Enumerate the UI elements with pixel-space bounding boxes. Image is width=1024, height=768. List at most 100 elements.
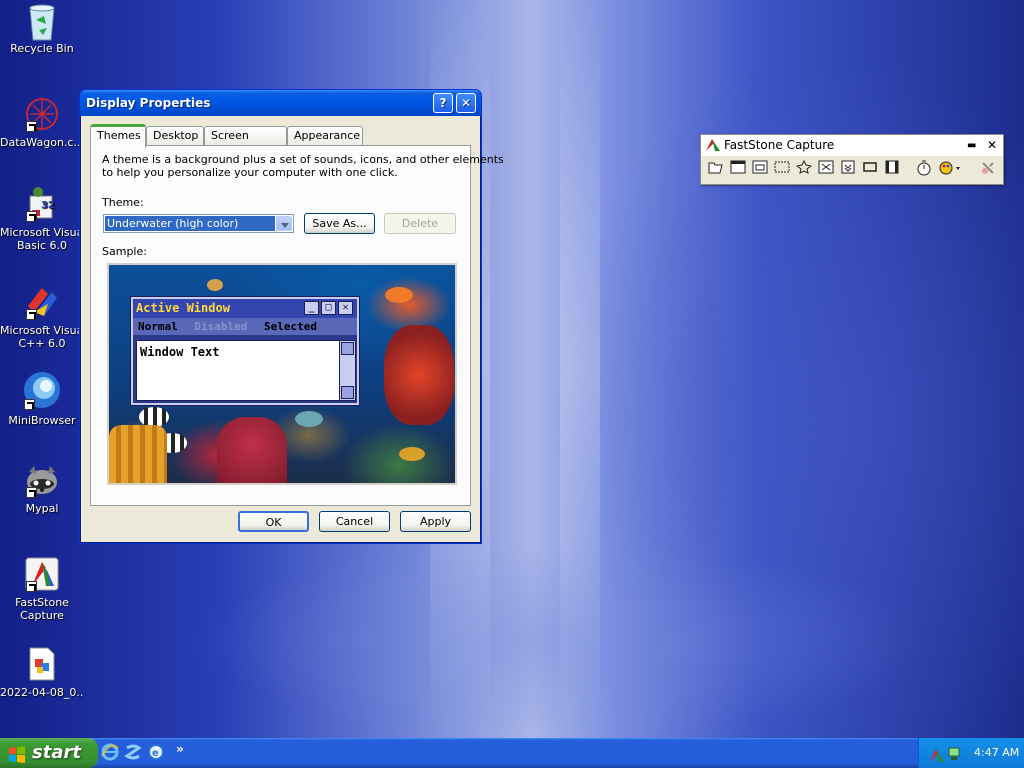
cancel-button[interactable]: Cancel (319, 511, 390, 532)
capture-fixed-region-icon[interactable] (860, 160, 880, 180)
svg-text:e: e (152, 748, 159, 759)
faststone-icon (24, 556, 60, 592)
shortcut-arrow-icon (26, 309, 37, 320)
close-button[interactable]: ✕ (456, 93, 476, 113)
taskbar: start e » 4:47 AM (0, 738, 1024, 768)
fish-decoration (207, 279, 223, 291)
description-line: A theme is a background plus a set of so… (102, 153, 504, 166)
sample-window-text: Window Text (140, 345, 220, 359)
sample-active-window: Active Window _ □ ✕ Normal Disabled Sele… (131, 297, 359, 405)
capture-window-icon[interactable] (728, 160, 748, 180)
ok-button[interactable]: OK (238, 511, 309, 532)
tab-themes[interactable]: Themes (90, 124, 146, 148)
fish-decoration (295, 411, 323, 427)
desktop-icon-label: Mypal (25, 502, 59, 515)
network-tray-icon[interactable] (947, 744, 961, 768)
display-properties-window: Display Properties ? ✕ Themes Desktop Sc… (79, 89, 504, 544)
desktop-icon-label: Microsoft Visual (0, 324, 84, 337)
start-label: start (32, 742, 81, 763)
tab-screen-saver[interactable]: Screen Saver (204, 126, 287, 160)
desktop-icon-vc6[interactable]: Microsoft Visual C++ 6.0 (0, 284, 84, 350)
desktop-icon-vb6[interactable]: 32 Microsoft Visual Basic 6.0 (0, 186, 84, 252)
desktop-icon-minibrowser[interactable]: MiniBrowser (0, 370, 84, 427)
close-icon: ✕ (338, 301, 353, 315)
sample-window-menu: Normal Disabled Selected (133, 318, 357, 335)
fish-decoration (399, 447, 425, 461)
shortcut-arrow-icon (24, 399, 35, 410)
desktop-icon-recycle-bin[interactable]: Recycle Bin (0, 2, 84, 55)
output-options-icon[interactable] (936, 160, 966, 180)
open-icon[interactable] (706, 160, 726, 180)
capture-fullscreen-icon[interactable] (816, 160, 836, 180)
minibrowser-icon (22, 370, 62, 410)
faststone-titlebar[interactable]: FastStone Capture ▬ ✕ (701, 135, 1003, 156)
ie-icon[interactable] (100, 743, 120, 763)
desktop-icon-datawagon[interactable]: DataWagon.c... (0, 96, 84, 149)
datawagon-icon (24, 96, 60, 132)
tab-desktop[interactable]: Desktop (146, 126, 204, 146)
fish-decoration (385, 287, 413, 303)
theme-label: Theme: (102, 196, 144, 209)
shortcut-arrow-icon (26, 581, 37, 592)
clock[interactable]: 4:47 AM (974, 738, 1019, 768)
tab-appearance[interactable]: Appearance (287, 126, 363, 146)
desktop-icon-mypal[interactable]: Mypal (0, 462, 84, 515)
save-as-button[interactable]: Save As... (304, 213, 375, 234)
capture-freehand-icon[interactable] (794, 159, 814, 180)
desktop-icon-label: Basic 6.0 (16, 239, 68, 252)
desktop-icon-label: Recycle Bin (10, 42, 74, 55)
web-icon[interactable]: e (146, 743, 166, 763)
recycle-bin-icon (24, 2, 60, 41)
window-titlebar[interactable]: Display Properties ? ✕ (80, 90, 481, 116)
sample-menu-disabled: Disabled (194, 320, 248, 333)
maximize-icon: □ (321, 301, 336, 315)
shortcut-arrow-icon (26, 487, 37, 498)
chevron-down-icon[interactable] (276, 216, 292, 231)
capture-scrolling-icon[interactable] (838, 160, 858, 180)
sample-window-body: Window Text (136, 340, 356, 401)
description-line: to help you personalize your computer wi… (102, 166, 398, 179)
sample-window-titlebar: Active Window _ □ ✕ (133, 299, 357, 318)
theme-description: A theme is a background plus a set of so… (102, 153, 504, 179)
start-button[interactable]: start (0, 738, 98, 768)
wallpaper-streak (560, 0, 600, 740)
desktop-icon-label: Capture (20, 609, 64, 622)
themes-panel: A theme is a background plus a set of so… (90, 145, 504, 506)
scroll-up-icon (341, 342, 354, 355)
firefox-like-icon[interactable] (123, 743, 143, 763)
settings-icon[interactable] (978, 160, 998, 180)
delay-timer-icon[interactable] (914, 160, 934, 180)
shortcut-arrow-icon (26, 211, 37, 222)
window-title: Display Properties (86, 96, 211, 110)
capture-object-icon[interactable] (750, 160, 770, 180)
sample-window-title: Active Window (136, 301, 230, 315)
faststone-capture-toolbar: FastStone Capture ▬ ✕ (700, 134, 1004, 185)
desktop-icon-label: DataWagon.c... (0, 136, 84, 149)
close-button[interactable]: ✕ (987, 135, 997, 156)
desktop-icon-label: FastStone (15, 596, 69, 609)
quick-launch-chevron[interactable]: » (170, 739, 190, 759)
theme-select[interactable]: Underwater (high color) (103, 214, 294, 233)
faststone-tray-icon[interactable] (929, 745, 945, 768)
scroll-down-icon (341, 386, 354, 399)
help-button[interactable]: ? (433, 93, 453, 113)
desktop-icon-faststone[interactable]: FastStone Capture (0, 556, 84, 622)
sample-menu-normal: Normal (138, 320, 178, 333)
desktop-icon-image-file[interactable]: 2022-04-08_0... (0, 646, 84, 699)
windows-logo-icon (8, 744, 26, 763)
faststone-title: FastStone Capture (724, 138, 835, 152)
delete-button[interactable]: Delete (384, 213, 456, 234)
faststone-logo-icon (705, 138, 721, 159)
coral-decoration (217, 417, 287, 483)
desktop-icon-label: MiniBrowser (8, 414, 76, 427)
apply-button[interactable]: Apply (400, 511, 471, 532)
image-file-icon (24, 646, 60, 682)
minimize-button[interactable]: ▬ (967, 135, 976, 156)
minimize-icon: _ (304, 301, 319, 315)
desktop-icon-label: 2022-04-08_0... (0, 686, 84, 699)
screen-recorder-icon[interactable] (882, 160, 902, 180)
capture-rectangle-icon[interactable] (772, 160, 792, 180)
desktop-icon-label: C++ 6.0 (18, 337, 66, 350)
desktop-icon-label: Microsoft Visual (0, 226, 84, 239)
theme-sample-preview: Active Window _ □ ✕ Normal Disabled Sele… (107, 263, 457, 485)
